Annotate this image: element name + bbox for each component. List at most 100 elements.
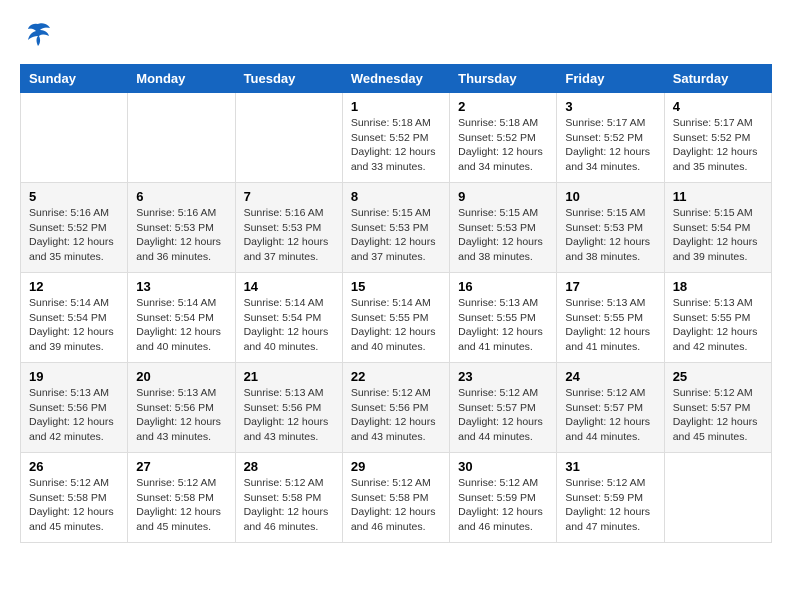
day-info: Sunrise: 5:17 AMSunset: 5:52 PMDaylight:… [565,116,655,175]
calendar-cell: 20 Sunrise: 5:13 AMSunset: 5:56 PMDayligh… [128,363,235,453]
day-info: Sunrise: 5:14 AMSunset: 5:54 PMDaylight:… [244,296,334,355]
calendar-cell: 30 Sunrise: 5:12 AMSunset: 5:59 PMDayligh… [450,453,557,543]
day-number: 10 [565,189,655,204]
page-header [20,20,772,54]
calendar-cell: 24 Sunrise: 5:12 AMSunset: 5:57 PMDayligh… [557,363,664,453]
calendar-cell: 29 Sunrise: 5:12 AMSunset: 5:58 PMDayligh… [342,453,449,543]
day-info: Sunrise: 5:15 AMSunset: 5:53 PMDaylight:… [458,206,548,265]
calendar-cell: 13 Sunrise: 5:14 AMSunset: 5:54 PMDayligh… [128,273,235,363]
calendar-cell [664,453,771,543]
day-info: Sunrise: 5:12 AMSunset: 5:57 PMDaylight:… [673,386,763,445]
calendar-header-sunday: Sunday [21,65,128,93]
day-number: 29 [351,459,441,474]
day-info: Sunrise: 5:16 AMSunset: 5:53 PMDaylight:… [244,206,334,265]
day-number: 1 [351,99,441,114]
day-info: Sunrise: 5:16 AMSunset: 5:53 PMDaylight:… [136,206,226,265]
day-info: Sunrise: 5:13 AMSunset: 5:56 PMDaylight:… [136,386,226,445]
day-info: Sunrise: 5:14 AMSunset: 5:54 PMDaylight:… [136,296,226,355]
calendar-header-saturday: Saturday [664,65,771,93]
calendar-cell: 26 Sunrise: 5:12 AMSunset: 5:58 PMDayligh… [21,453,128,543]
calendar-week-2: 5Sunrise: 5:16 AMSunset: 5:52 PMDaylight… [21,183,772,273]
day-info: Sunrise: 5:12 AMSunset: 5:58 PMDaylight:… [136,476,226,535]
calendar-cell: 4 Sunrise: 5:17 AMSunset: 5:52 PMDaylight… [664,93,771,183]
day-info: Sunrise: 5:12 AMSunset: 5:59 PMDaylight:… [565,476,655,535]
calendar-cell: 5Sunrise: 5:16 AMSunset: 5:52 PMDaylight… [21,183,128,273]
day-info: Sunrise: 5:13 AMSunset: 5:55 PMDaylight:… [565,296,655,355]
calendar-cell: 16Sunrise: 5:13 AMSunset: 5:55 PMDayligh… [450,273,557,363]
logo-bird-icon [24,20,52,54]
calendar-cell: 15Sunrise: 5:14 AMSunset: 5:55 PMDayligh… [342,273,449,363]
calendar-header-friday: Friday [557,65,664,93]
calendar-cell: 12 Sunrise: 5:14 AMSunset: 5:54 PMDayligh… [21,273,128,363]
calendar-cell: 19 Sunrise: 5:13 AMSunset: 5:56 PMDayligh… [21,363,128,453]
day-info: Sunrise: 5:18 AMSunset: 5:52 PMDaylight:… [351,116,441,175]
day-number: 14 [244,279,334,294]
day-number: 25 [673,369,763,384]
day-number: 28 [244,459,334,474]
day-info: Sunrise: 5:18 AMSunset: 5:52 PMDaylight:… [458,116,548,175]
day-number: 20 [136,369,226,384]
calendar-header-monday: Monday [128,65,235,93]
calendar-cell [128,93,235,183]
calendar-cell: 17Sunrise: 5:13 AMSunset: 5:55 PMDayligh… [557,273,664,363]
calendar-cell: 14 Sunrise: 5:14 AMSunset: 5:54 PMDayligh… [235,273,342,363]
calendar-week-1: 1 Sunrise: 5:18 AMSunset: 5:52 PMDaylight… [21,93,772,183]
day-number: 8 [351,189,441,204]
day-info: Sunrise: 5:13 AMSunset: 5:56 PMDaylight:… [29,386,119,445]
calendar-cell: 23 Sunrise: 5:12 AMSunset: 5:57 PMDayligh… [450,363,557,453]
calendar-cell: 10Sunrise: 5:15 AMSunset: 5:53 PMDayligh… [557,183,664,273]
day-number: 4 [673,99,763,114]
calendar-cell: 18 Sunrise: 5:13 AMSunset: 5:55 PMDayligh… [664,273,771,363]
day-number: 12 [29,279,119,294]
day-number: 5 [29,189,119,204]
calendar-week-4: 19 Sunrise: 5:13 AMSunset: 5:56 PMDayligh… [21,363,772,453]
day-number: 26 [29,459,119,474]
day-info: Sunrise: 5:13 AMSunset: 5:55 PMDaylight:… [673,296,763,355]
day-info: Sunrise: 5:13 AMSunset: 5:56 PMDaylight:… [244,386,334,445]
calendar-cell: 25 Sunrise: 5:12 AMSunset: 5:57 PMDayligh… [664,363,771,453]
day-number: 22 [351,369,441,384]
calendar-cell: 31Sunrise: 5:12 AMSunset: 5:59 PMDayligh… [557,453,664,543]
calendar-cell: 6 Sunrise: 5:16 AMSunset: 5:53 PMDaylight… [128,183,235,273]
day-number: 23 [458,369,548,384]
calendar-cell: 21 Sunrise: 5:13 AMSunset: 5:56 PMDayligh… [235,363,342,453]
day-number: 9 [458,189,548,204]
day-info: Sunrise: 5:17 AMSunset: 5:52 PMDaylight:… [673,116,763,175]
day-info: Sunrise: 5:15 AMSunset: 5:54 PMDaylight:… [673,206,763,265]
day-info: Sunrise: 5:12 AMSunset: 5:57 PMDaylight:… [565,386,655,445]
calendar-week-5: 26 Sunrise: 5:12 AMSunset: 5:58 PMDayligh… [21,453,772,543]
calendar-cell: 1 Sunrise: 5:18 AMSunset: 5:52 PMDaylight… [342,93,449,183]
day-number: 7 [244,189,334,204]
day-info: Sunrise: 5:12 AMSunset: 5:58 PMDaylight:… [244,476,334,535]
calendar-cell: 11 Sunrise: 5:15 AMSunset: 5:54 PMDayligh… [664,183,771,273]
day-number: 21 [244,369,334,384]
day-info: Sunrise: 5:12 AMSunset: 5:57 PMDaylight:… [458,386,548,445]
day-number: 18 [673,279,763,294]
calendar-cell: 9 Sunrise: 5:15 AMSunset: 5:53 PMDaylight… [450,183,557,273]
logo [20,20,52,54]
day-number: 2 [458,99,548,114]
day-number: 13 [136,279,226,294]
calendar-week-3: 12 Sunrise: 5:14 AMSunset: 5:54 PMDayligh… [21,273,772,363]
calendar-cell: 28 Sunrise: 5:12 AMSunset: 5:58 PMDayligh… [235,453,342,543]
calendar-table: SundayMondayTuesdayWednesdayThursdayFrid… [20,64,772,543]
calendar-cell: 27 Sunrise: 5:12 AMSunset: 5:58 PMDayligh… [128,453,235,543]
day-number: 19 [29,369,119,384]
calendar-cell: 8Sunrise: 5:15 AMSunset: 5:53 PMDaylight… [342,183,449,273]
day-info: Sunrise: 5:12 AMSunset: 5:58 PMDaylight:… [351,476,441,535]
day-number: 30 [458,459,548,474]
calendar-cell [21,93,128,183]
calendar-cell [235,93,342,183]
day-info: Sunrise: 5:13 AMSunset: 5:55 PMDaylight:… [458,296,548,355]
day-number: 11 [673,189,763,204]
day-number: 6 [136,189,226,204]
day-info: Sunrise: 5:12 AMSunset: 5:56 PMDaylight:… [351,386,441,445]
calendar-header-row: SundayMondayTuesdayWednesdayThursdayFrid… [21,65,772,93]
calendar-cell: 2 Sunrise: 5:18 AMSunset: 5:52 PMDaylight… [450,93,557,183]
day-info: Sunrise: 5:12 AMSunset: 5:59 PMDaylight:… [458,476,548,535]
day-info: Sunrise: 5:14 AMSunset: 5:54 PMDaylight:… [29,296,119,355]
day-number: 27 [136,459,226,474]
day-info: Sunrise: 5:12 AMSunset: 5:58 PMDaylight:… [29,476,119,535]
calendar-cell: 3Sunrise: 5:17 AMSunset: 5:52 PMDaylight… [557,93,664,183]
day-number: 24 [565,369,655,384]
